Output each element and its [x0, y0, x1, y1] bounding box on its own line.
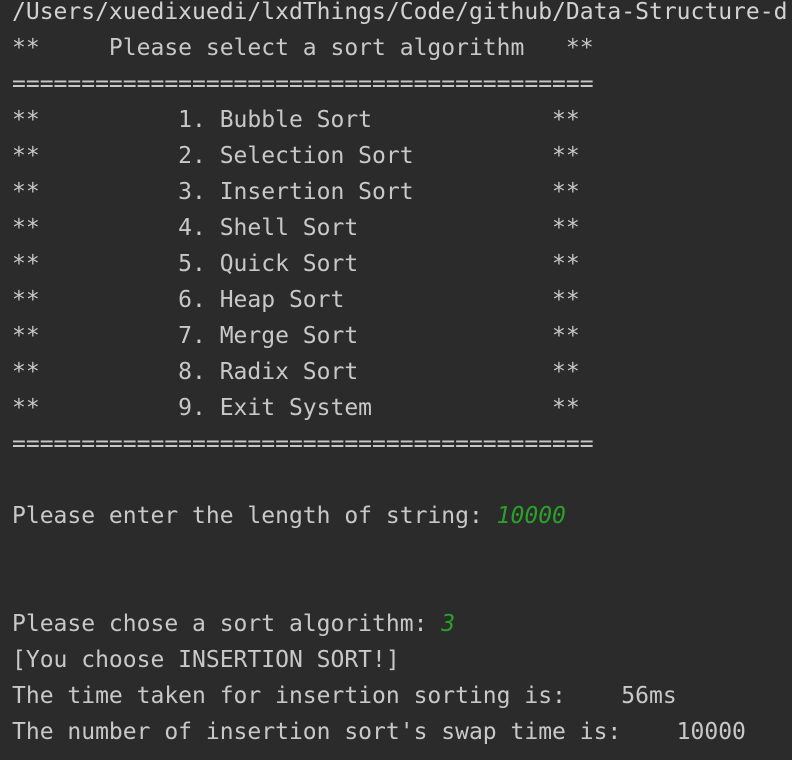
menu-item-radix-sort: ** 8. Radix Sort **: [12, 359, 580, 385]
menu-item-quick-sort: ** 5. Quick Sort **: [12, 251, 580, 277]
menu-item-heap-sort: ** 6. Heap Sort **: [12, 287, 580, 313]
algorithm-prompt-line: Please chose a sort algorithm: 3: [12, 606, 455, 642]
working-directory-path: /Users/xuedixuedi/lxdThings/Code/github/…: [12, 0, 788, 25]
terminal-window[interactable]: /Users/xuedixuedi/lxdThings/Code/github/…: [0, 0, 792, 760]
menu-item-merge-sort: ** 7. Merge Sort **: [12, 323, 580, 349]
menu-item-shell-sort: ** 4. Shell Sort **: [12, 215, 580, 241]
menu-separator-top: ========================================…: [12, 71, 594, 97]
algorithm-prompt-label: Please chose a sort algorithm:: [12, 611, 442, 637]
time-taken-line: The time taken for insertion sorting is:…: [12, 683, 677, 709]
menu-item-insertion-sort: ** 3. Insertion Sort **: [12, 179, 580, 205]
length-input-value[interactable]: 10000: [497, 503, 566, 529]
swap-count-line: The number of insertion sort's swap time…: [12, 719, 746, 745]
menu-separator-bottom: ========================================…: [12, 431, 594, 457]
menu-item-selection-sort: ** 2. Selection Sort **: [12, 143, 580, 169]
menu-item-exit-system: ** 9. Exit System **: [12, 395, 580, 421]
length-prompt-label: Please enter the length of string:: [12, 503, 497, 529]
algorithm-input-value[interactable]: 3: [441, 611, 455, 637]
menu-title: ** Please select a sort algorithm **: [12, 35, 594, 61]
choice-message: [You choose INSERTION SORT!]: [12, 647, 400, 673]
length-prompt-line: Please enter the length of string: 10000: [12, 498, 566, 534]
menu-item-bubble-sort: ** 1. Bubble Sort **: [12, 107, 580, 133]
